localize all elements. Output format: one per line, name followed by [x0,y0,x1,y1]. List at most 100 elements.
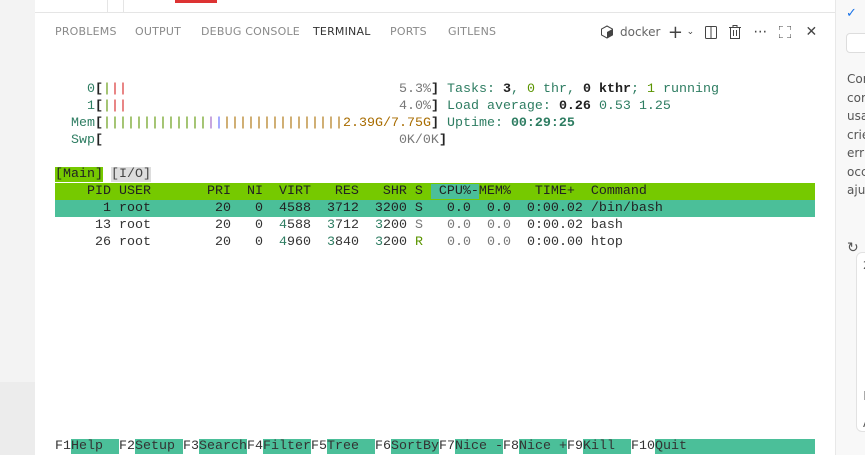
tab-gitlens[interactable]: GITLENS [448,25,496,38]
function-key-label[interactable]: Kill [583,439,631,454]
terminal-text: MEM% TIME+ Command [478,184,815,199]
terminal-text: 712 [334,218,375,233]
process-row[interactable]: 1 root 20 0 4588 3712 3200 S 0.0 0.0 0:0… [55,200,815,217]
split-icon[interactable] [700,22,722,42]
function-key[interactable]: F10 [631,439,655,454]
htop-function-bar[interactable]: F1Help F2Setup F3SearchF4FilterF5Tree F6… [55,438,815,455]
function-key-label[interactable]: Tree [327,439,375,454]
function-key-label[interactable]: Quit [655,439,815,454]
htop-terminal[interactable]: 0[||| 5.3%] Tasks: 3, 0 thr, 0 kthr; 1 r… [55,81,815,251]
tab-problems[interactable]: PROBLEMS [55,25,117,38]
terminal-text: thr, [534,82,583,97]
function-key-label[interactable]: Nice + [519,439,567,454]
terminal-text: 200 [382,218,415,233]
terminal-text: [Main] [55,167,103,182]
function-key-label[interactable]: Setup [135,439,183,454]
terminal-text: ||||||||||||| [103,116,207,131]
function-key[interactable]: F3 [183,439,199,454]
panel-text: usa [847,109,865,123]
process-row[interactable]: 13 root 20 0 4588 3712 3200 S 0.0 0.0 0:… [55,217,815,234]
terminal-text: 1 root 20 0 4588 3712 3200 S 0.0 0.0 0:0… [55,201,807,216]
trash-icon[interactable] [724,22,746,42]
tab-ports[interactable]: PORTS [390,25,427,38]
terminal-text: 2.39G/7.75G [342,116,431,131]
panel-text: Cor [847,72,865,86]
tab-output[interactable]: OUTPUT [135,25,181,38]
terminal-text: ] [430,99,439,114]
terminal-text: Load average: [438,99,559,114]
terminal-text: , [510,82,527,97]
swap-meter: Swp[ 0K/0K] [55,132,815,149]
terminal-text: | [206,116,215,131]
terminal-text: R [414,235,423,250]
function-key[interactable]: F2 [119,439,135,454]
function-keys: F1Help F2Setup F3SearchF4FilterF5Tree F6… [55,438,815,455]
function-key-label[interactable]: Help [71,439,119,454]
panel-text: crie [847,127,865,142]
function-key[interactable]: F5 [311,439,327,454]
terminal-text: 588 [286,218,327,233]
terminal-text: Swp [55,133,95,148]
terminal-text: 0 [526,82,535,97]
function-key-label[interactable]: Filter [263,439,311,454]
terminal-text: || [111,82,127,97]
terminal-text: kthr [590,82,631,97]
terminal-toolbar: docker + ⌄ ⋯ ✕ [598,22,822,43]
editor-divider [107,0,108,13]
terminal-text: 13 root 20 0 [55,218,279,233]
function-key-label[interactable]: Search [199,439,247,454]
more-icon[interactable]: ⋯ [748,22,772,42]
editor-divider [123,0,124,13]
screen-tabs: [Main] [I/O] [55,166,815,183]
terminal-text: 4.0% [398,99,431,114]
terminal-text: ; [630,82,647,97]
editor-area[interactable] [35,0,835,13]
function-key-label[interactable]: SortBy [391,439,439,454]
terminal-text: 0.53 [598,99,639,114]
function-key-label[interactable]: Nice - [455,439,503,454]
terminal-name[interactable]: docker [620,25,660,39]
terminal-text: Tasks: [438,82,503,97]
terminal-text: ||||||||||||||| [222,116,343,131]
left-sidebar-lower [0,382,35,455]
docker-button[interactable] [846,33,865,53]
editor-text-fragment [175,0,217,3]
function-key[interactable]: F4 [247,439,263,454]
function-key[interactable]: F6 [375,439,391,454]
terminal-text: 0 [55,82,95,97]
terminal-text: 0.26 [558,99,599,114]
function-key[interactable]: F8 [503,439,519,454]
terminal-text: Uptime: [438,116,511,131]
function-key[interactable]: F1 [55,439,71,454]
plus-icon[interactable]: + [666,22,684,43]
maximize-icon[interactable] [774,22,796,42]
panel-text: occ [847,164,865,179]
panel-text: err [847,146,865,160]
terminal-text: 840 [334,235,375,250]
terminal-text: [ [95,99,103,114]
tab-debug-console[interactable]: DEBUG CONSOLE [201,25,300,38]
terminal-text: 0.0 [446,218,471,233]
close-icon[interactable]: ✕ [800,22,822,42]
terminal-text: PID USER PRI NI VIRT RES SHR S [55,184,431,199]
chevron-down-icon[interactable]: ⌄ [684,22,696,42]
terminal-text: [ [95,116,103,131]
tab-terminal[interactable]: TERMINAL [313,25,371,38]
terminal-text: Mem [55,116,95,131]
panel-text: aju [847,183,865,197]
terminal-text: 0:00.00 htop [510,235,623,250]
function-key[interactable]: F9 [567,439,583,454]
function-key[interactable]: F7 [439,439,455,454]
terminal-text: 26 root 20 0 [55,235,279,250]
terminal-text: ] [430,82,439,97]
terminal-text: [ [95,82,103,97]
column-header[interactable]: PID USER PRI NI VIRT RES SHR S CPU%-MEM%… [55,183,815,200]
process-row[interactable]: 26 root 20 0 4960 3840 3200 R 0.0 0.0 0:… [55,234,815,251]
terminal-text: || [111,99,127,114]
terminal-text: 1.25 [638,99,671,114]
terminal-text: | [103,82,111,97]
